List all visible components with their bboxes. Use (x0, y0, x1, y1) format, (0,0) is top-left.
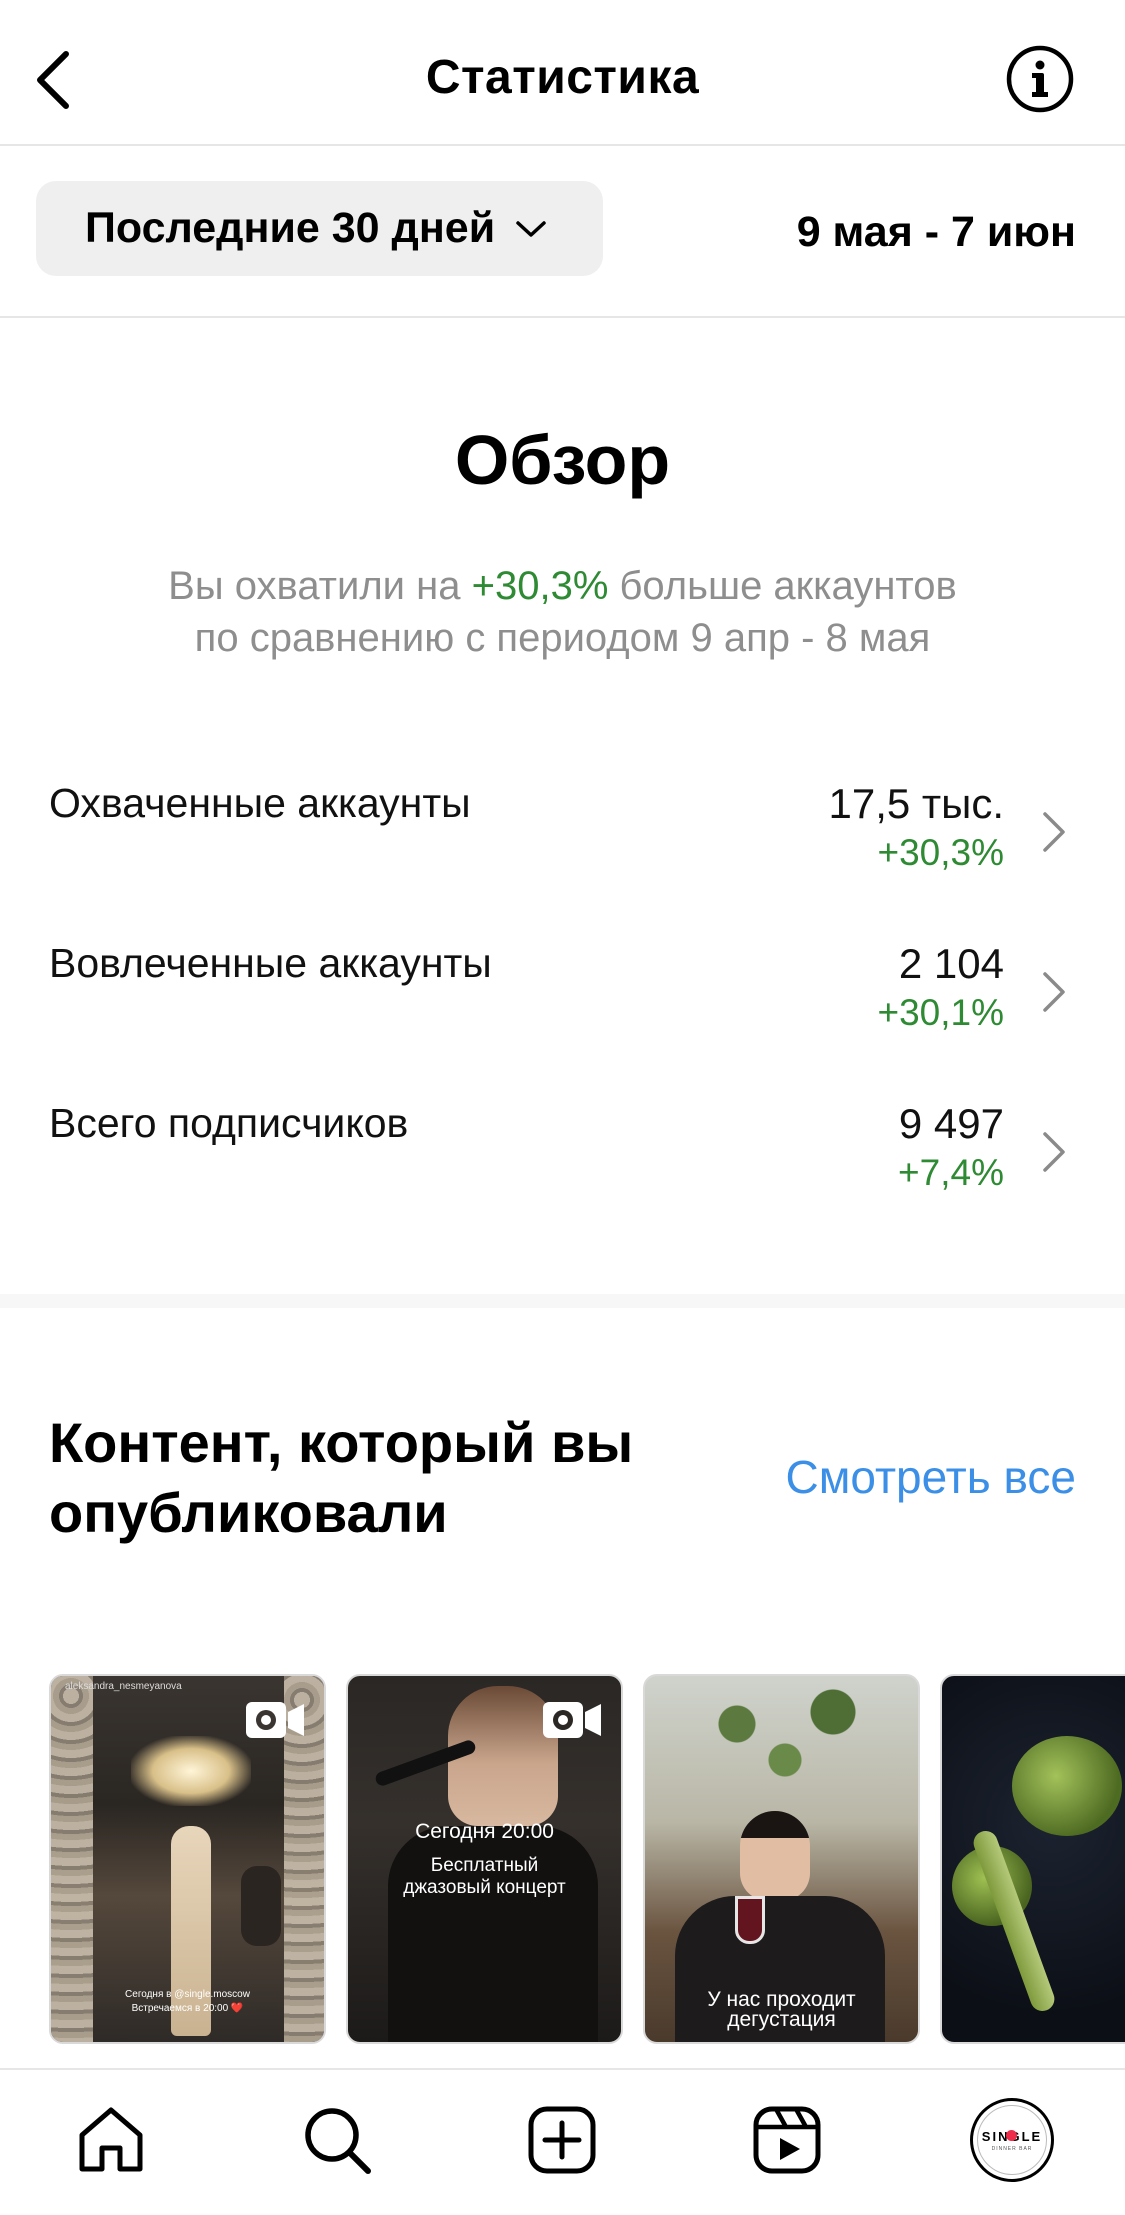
metric-value: 17,5 тыс. (828, 780, 1004, 827)
metric-row-followers[interactable]: Всего подписчиков 9 497 +7,4% (0, 1100, 1125, 1230)
nav-create-button[interactable] (520, 2098, 604, 2182)
chevron-down-icon (515, 219, 547, 239)
avatar-sub: DINNER BAR (991, 2145, 1033, 2152)
metric-change: +30,1% (877, 992, 1004, 1033)
thumb-username: aleksandra_nesmeyanova (65, 1681, 182, 1692)
musician-figure (241, 1866, 281, 1946)
thumb-caption-line: Бесплатный (430, 1855, 539, 1876)
info-icon (1006, 45, 1074, 113)
content-thumbnail[interactable]: Сегодня 20:00 Бесплатный джазовый концер… (346, 1674, 623, 2044)
metric-value: 2 104 (898, 940, 1004, 987)
thumb-caption-line: дегустация (727, 2008, 836, 2031)
bottom-nav: SINGLE DINNER BAR (0, 2068, 1125, 2215)
metric-label: Охваченные аккаунты (49, 780, 471, 826)
presenter-face (740, 1811, 810, 1901)
content-section-title: Контент, который вы опубликовали (49, 1411, 634, 1544)
thumb-caption: Сегодня в @single.moscow Встречаемся в 2… (51, 1988, 324, 2016)
summary-line2: по сравнению с периодом 9 апр - 8 мая (194, 616, 931, 660)
metric-label: Всего подписчиков (49, 1100, 409, 1146)
thumb-caption: Сегодня 20:00 Бесплатный джазовый концер… (348, 1821, 621, 1899)
thumb-caption-line: Сегодня 20:00 (415, 1820, 554, 1843)
content-thumbnail[interactable]: У нас проходит дегустация (643, 1674, 920, 2044)
overview-title: Обзор (454, 421, 671, 499)
reels-icon (753, 2106, 821, 2174)
thumb-caption: У нас проходит дегустация (645, 1988, 918, 2031)
info-button[interactable] (1004, 43, 1076, 115)
search-icon (305, 2108, 371, 2174)
page-title: Статистика (425, 51, 700, 104)
nav-home-button[interactable] (69, 2098, 153, 2182)
plants (665, 1676, 905, 1796)
notification-dot (1006, 2130, 1017, 2141)
chevron-right-icon (1036, 964, 1072, 1020)
content-thumbnail[interactable] (940, 1674, 1125, 2044)
reels-icon (244, 1698, 308, 1742)
metric-row-engaged[interactable]: Вовлеченные аккаунты 2 104 +30,1% (0, 940, 1125, 1070)
period-dropdown-label: Последние 30 дней (85, 204, 496, 252)
summary-suffix: больше аккаунтов (619, 564, 957, 608)
thumb-caption-line: Сегодня в @single.moscow (125, 1989, 250, 2000)
metric-change: +7,4% (898, 1152, 1004, 1193)
metric-value: 9 497 (898, 1100, 1004, 1147)
period-bar: Последние 30 дней 9 мая - 7 июн (0, 148, 1125, 318)
summary-prefix: Вы охватили на (168, 564, 461, 608)
reels-icon (541, 1698, 605, 1742)
content-thumbnail[interactable]: aleksandra_nesmeyanova Сегодня в @single… (49, 1674, 326, 2044)
nav-search-button[interactable] (295, 2098, 379, 2182)
nav-reels-button[interactable] (745, 2098, 829, 2182)
period-dropdown[interactable]: Последние 30 дней (36, 181, 603, 276)
top-bar: Статистика (0, 0, 1125, 146)
add-post-icon (528, 2106, 596, 2174)
thumb-caption-line: У нас проходит (707, 1988, 856, 2011)
wine-glass (735, 1896, 765, 1944)
metric-row-reached[interactable]: Охваченные аккаунты 17,5 тыс. +30,3% (0, 780, 1125, 910)
thumb-caption-line: джазовый концерт (403, 1877, 566, 1898)
overview-summary: Вы охватили на +30,3% больше аккаунтов п… (100, 560, 1025, 664)
thumb-caption-line: Встречаемся в 20:00 ❤️ (131, 2003, 244, 2014)
date-range: 9 мая - 7 июн (796, 208, 1076, 256)
metric-label: Вовлеченные аккаунты (49, 940, 492, 986)
content-thumbnails: aleksandra_nesmeyanova Сегодня в @single… (49, 1674, 1125, 2044)
summary-highlight: +30,3% (471, 564, 609, 608)
chandelier-glow (131, 1736, 251, 1806)
home-icon (79, 2107, 143, 2172)
see-all-link[interactable]: Смотреть все (786, 1450, 1076, 1504)
chevron-right-icon (1036, 1124, 1072, 1180)
chevron-right-icon (1036, 804, 1072, 860)
section-divider (0, 1294, 1125, 1308)
metric-change: +30,3% (877, 832, 1004, 873)
broccoli-floret (1012, 1736, 1122, 1836)
